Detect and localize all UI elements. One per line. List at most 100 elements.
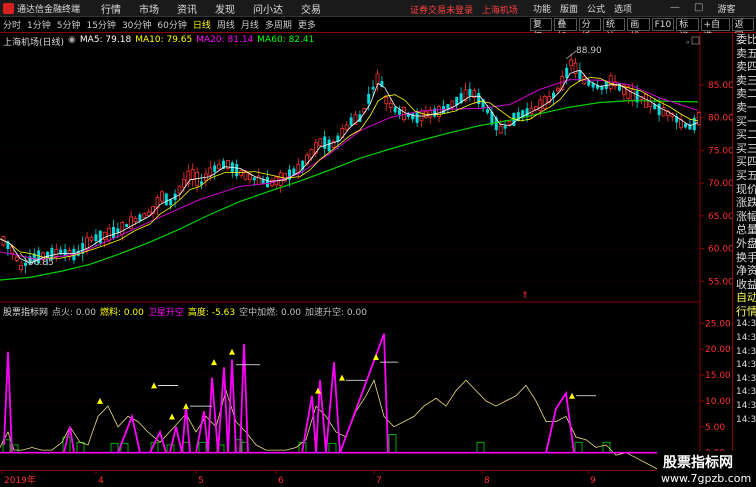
maximize-icon[interactable]: □ [694,2,703,15]
tab-multi-period[interactable]: 多周期 [265,18,292,31]
menu-item-news[interactable]: 资讯 [168,1,206,16]
panel-item: 买二 [736,128,756,142]
candle-body [146,211,151,216]
candle-body [437,106,442,117]
mark-button[interactable]: 标记 [676,18,699,42]
candle-body [133,217,138,222]
x-tick-label: 5 [198,476,204,486]
window-controls: — □ 游客 [670,2,749,15]
candle-body [94,234,98,242]
ignite-label: 点火: 0.00 [52,308,96,318]
tab-5min[interactable]: 5分钟 [57,18,81,31]
main-kline-chart[interactable]: 55.00 60.00 65.00 70.00 75.00 80.00 85.00 88.9… [0,33,732,303]
panel-item: 14:31 [736,401,756,412]
login-stock: 上海机场 [481,6,518,16]
candle-body [344,124,349,130]
scroll-arrow-icon[interactable]: ⇑ [521,291,529,301]
pin-icon[interactable]: ∘ [685,38,691,48]
sub-y-tick-label: 15.00 [705,371,731,381]
tab-monthly[interactable]: 月线 [241,18,259,31]
restore-rights-button[interactable]: 复权 [530,18,553,42]
candle-body [411,113,415,120]
tab-60min[interactable]: 60分钟 [157,18,186,31]
ma20-label: MA20: 81.14 [196,35,254,45]
tab-30min[interactable]: 30分钟 [122,18,151,31]
candle-body [120,222,125,235]
ma5-label: MA5: 79.18 [79,35,132,45]
f10-button[interactable]: F10 [651,18,675,31]
panel-item[interactable]: 自动 [733,291,756,305]
add-favorite-button[interactable]: +自选 [700,18,730,42]
panel-item: 买四 [736,155,756,169]
ma10-label: MA10: 79.65 [135,35,193,45]
panel-item: 14:30 [736,387,756,398]
tab-more[interactable]: 更多 [298,18,316,31]
draw-line-button[interactable]: 画线 [627,18,650,42]
candle-body [213,165,217,172]
app-logo: 通达信金融终端 [0,2,92,15]
minimize-icon[interactable]: — [670,2,680,15]
candle-body [142,213,147,219]
candle-body [169,199,173,206]
tab-15min[interactable]: 15分钟 [86,18,115,31]
panel-item: 涨跌 [736,196,756,210]
menu-item-ask[interactable]: 问小达 [244,1,292,16]
y-tick-label: 70.00 [708,179,732,189]
login-status[interactable]: 证券交易未登录 上海机场 [410,3,518,16]
stock-title: 上海机场(日线) [3,38,65,48]
tab-daily[interactable]: 日线 [193,18,211,31]
candle-body [318,138,323,146]
panel-item: 14:30 [736,319,756,330]
menu-item-market[interactable]: 市场 [130,1,168,16]
overlay-button[interactable]: 叠加 [554,18,577,42]
dropdown-icon[interactable]: ◉ [68,35,76,48]
candle-body [239,170,244,176]
tab-1min[interactable]: 1分钟 [27,18,51,31]
panel-item: 净资 [736,264,756,278]
candle-body [538,99,543,111]
analysis-button[interactable]: 分析 [578,18,601,42]
menu-item-trade[interactable]: 交易 [292,1,330,16]
candle-body [181,178,186,188]
candle-body [116,228,120,233]
statistics-button[interactable]: 统计 [602,18,626,42]
accel-label: 加速升空: 0.00 [305,308,367,318]
menu-item-discover[interactable]: 发现 [206,1,244,16]
panel-item: 买五 [736,168,756,182]
candle-body [164,193,168,206]
panel-item: 14:31 [736,414,756,425]
candle-body [626,86,631,99]
indicator-legend: 股票指标网 点火: 0.00 燃料: 0.00 卫星升空 高度: -5.63 空… [3,305,371,318]
panel-item: 委比 [736,33,756,46]
panel-item: 买一 [736,114,756,128]
panel-item: 涨幅 [736,209,756,223]
panel-item: 总量 [736,223,756,237]
guest-user[interactable]: 游客 [717,2,735,15]
panel-item: 14:30 [736,373,756,384]
candle-body [252,177,256,181]
menu-item-quotes[interactable]: 行情 [92,1,130,16]
candle-body [107,228,111,241]
tab-weekly[interactable]: 周线 [217,18,235,31]
menu-item-function[interactable]: 功能 [533,2,551,15]
candle-body [14,256,19,261]
indicator-chart[interactable]: 0.005.0010.0015.0020.0025.00 [0,303,732,470]
candle-body [235,164,239,177]
candle-body [247,173,252,180]
panel-item[interactable]: 行情 [733,305,756,319]
menu-item-options[interactable]: 选项 [614,2,632,15]
fuel-label: 燃料: 0.00 [99,308,144,318]
candle-body [507,121,512,125]
candle-body [503,125,507,129]
back-button[interactable]: 返回 [731,18,754,42]
menu-item-layout[interactable]: 版面 [560,2,578,15]
menu-item-formula[interactable]: 公式 [587,2,605,15]
candle-body [112,226,115,238]
candle-body [401,106,406,121]
candle-body [208,167,213,176]
panel-item: 卖一 [736,100,756,114]
x-tick-label: 8 [484,476,490,486]
candle-body [494,117,498,131]
menu-bar: 通达信金融终端 行情 市场 资讯 发现 问小达 交易 证券交易未登录 上海机场 … [0,0,756,17]
tab-timeshare[interactable]: 分时 [3,18,21,31]
